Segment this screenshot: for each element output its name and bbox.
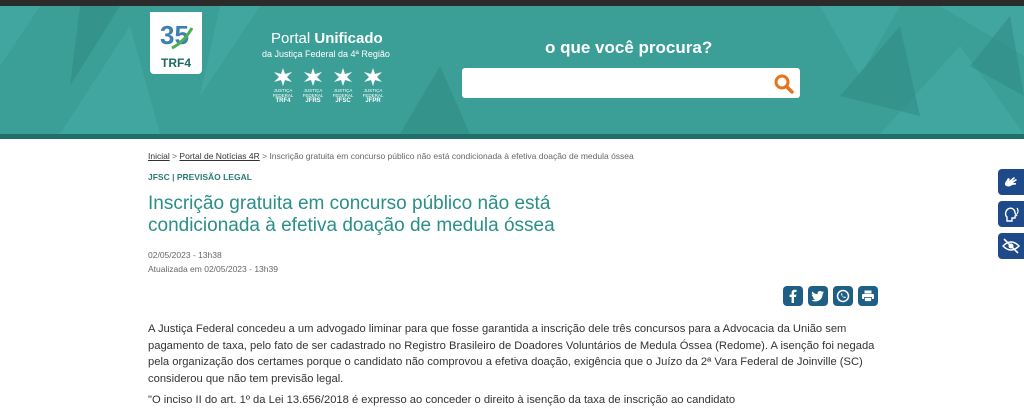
site-header: 35 TRF4 Portal Unificado da Justiça Fede… <box>0 6 1024 134</box>
justice-emblem-icon <box>304 68 322 86</box>
breadcrumb-news[interactable]: Portal de Notícias 4R <box>179 151 259 161</box>
justice-emblem-icon <box>364 68 382 86</box>
org-link-jfrs[interactable]: JUSTIÇA FEDERAL JFRS <box>302 66 324 104</box>
portal-title[interactable]: Portal Unificado <box>271 30 383 47</box>
article-paragraph-1: A Justiça Federal concedeu a um advogado… <box>148 323 875 385</box>
article-updated: Atualizada em 02/05/2023 - 13h39 <box>148 264 278 274</box>
audio-description-icon <box>1004 207 1019 222</box>
trf4-logo[interactable]: 35 TRF4 <box>150 12 202 74</box>
header-divider <box>0 134 1024 139</box>
article-date: 02/05/2023 - 13h38 <box>148 250 222 260</box>
breadcrumb: Inicial > Portal de Notícias 4R > Inscri… <box>148 151 634 161</box>
visibility-button[interactable] <box>998 233 1024 259</box>
whatsapp-icon <box>836 289 850 303</box>
org-link-trf4[interactable]: JUSTIÇA FEDERAL TRF4 <box>272 66 294 104</box>
org-link-jfsc[interactable]: JUSTIÇA FEDERAL JFSC <box>332 66 354 104</box>
breadcrumb-home[interactable]: Inicial <box>148 151 170 161</box>
facebook-share-button[interactable] <box>783 286 803 306</box>
audio-description-button[interactable] <box>998 201 1024 227</box>
logo-35-icon: 35 <box>160 20 194 50</box>
org-links: JUSTIÇA FEDERAL TRF4 JUSTIÇA FEDERAL JFR… <box>272 66 384 104</box>
logo-label: TRF4 <box>161 56 191 70</box>
article-title: Inscrição gratuita em concurso público n… <box>148 193 555 236</box>
search-input[interactable] <box>470 73 764 95</box>
search-box <box>462 68 800 98</box>
facebook-icon <box>789 289 797 303</box>
print-icon <box>862 290 874 302</box>
twitter-share-button[interactable] <box>808 286 828 306</box>
accessibility-toolbar <box>998 169 1024 259</box>
org-link-jfpr[interactable]: JUSTIÇA FEDERAL JFPR <box>362 66 384 104</box>
search-heading: o que você procura? <box>545 38 713 57</box>
whatsapp-share-button[interactable] <box>833 286 853 306</box>
visibility-icon <box>1002 238 1020 254</box>
search-icon[interactable] <box>773 73 795 95</box>
sign-language-icon <box>1005 177 1017 187</box>
sign-language-button[interactable] <box>998 169 1024 195</box>
portal-subtitle: da Justiça Federal da 4ª Região <box>262 49 390 59</box>
twitter-icon <box>811 291 824 302</box>
article-paragraph-2: "O inciso II do art. 1º da Lei 13.656/20… <box>148 394 736 406</box>
justice-emblem-icon <box>334 68 352 86</box>
justice-emblem-icon <box>274 68 292 86</box>
share-buttons <box>783 286 878 306</box>
article-category[interactable]: JFSC | PREVISÃO LEGAL <box>148 172 252 182</box>
print-button[interactable] <box>858 286 878 306</box>
breadcrumb-current: Inscrição gratuita em concurso público n… <box>269 151 634 161</box>
